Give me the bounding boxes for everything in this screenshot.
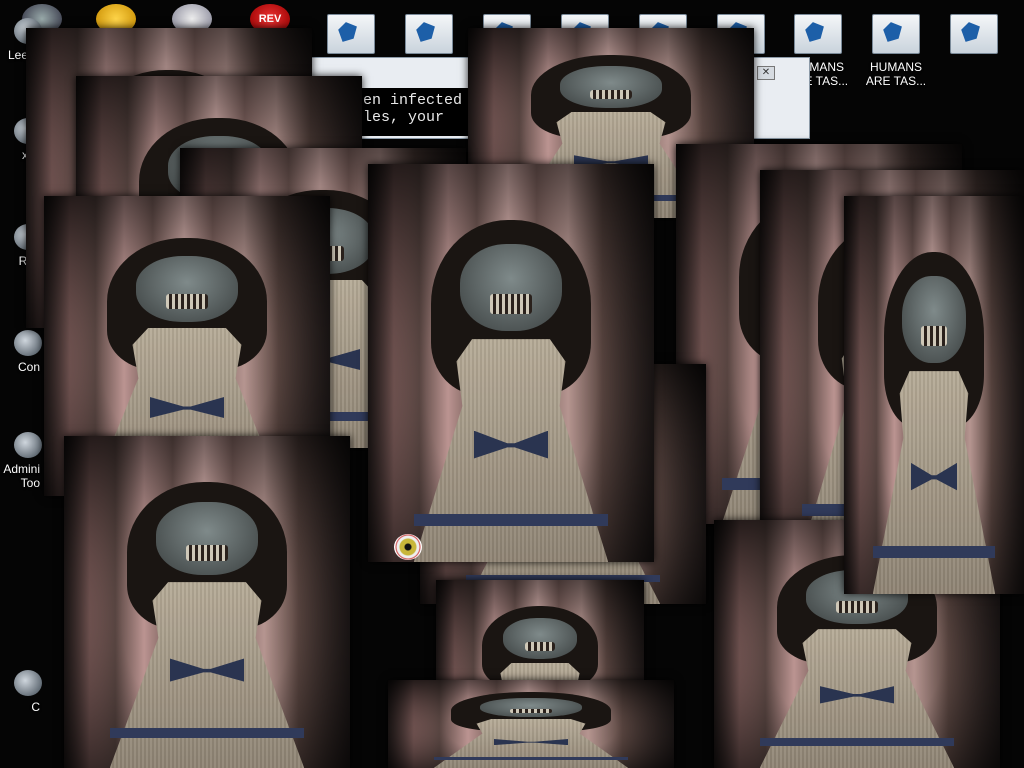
doll-popup[interactable] <box>388 680 674 768</box>
doll-face <box>502 617 578 659</box>
document-icon <box>950 14 998 54</box>
doll-face <box>459 243 563 332</box>
desktop-icon-admin-tools[interactable]: Admini Too <box>0 432 42 490</box>
admin-tools-icon <box>14 432 42 458</box>
document-icon <box>405 14 453 54</box>
doll-popup[interactable] <box>64 436 350 768</box>
desktop-icon-app-2[interactable]: C <box>0 670 42 714</box>
file-icon[interactable] <box>316 14 386 60</box>
close-icon[interactable]: ✕ <box>757 66 775 80</box>
doll-face <box>559 66 663 108</box>
file-icon[interactable] <box>394 14 464 60</box>
doll-face <box>479 697 583 717</box>
desktop-icon-control-panel[interactable]: Con <box>0 330 42 374</box>
file-icon-humans-2[interactable]: HUMANS ARE TAS... <box>861 14 931 88</box>
doll-face <box>901 275 967 364</box>
doll-popup[interactable] <box>844 196 1024 594</box>
doll-hem <box>872 546 996 559</box>
doll-hem <box>413 514 609 527</box>
doll-popup[interactable] <box>368 164 654 562</box>
document-icon <box>872 14 920 54</box>
doll-face <box>135 256 239 322</box>
file-icon[interactable] <box>939 14 1009 60</box>
doll-face <box>155 502 259 576</box>
doll-hem <box>109 728 305 739</box>
app-icon <box>14 670 42 696</box>
document-icon <box>794 14 842 54</box>
eyeball-cursor-icon <box>394 534 422 560</box>
console-line-1: been infected <box>345 92 463 109</box>
control-panel-icon <box>14 330 42 356</box>
document-icon <box>327 14 375 54</box>
doll-hem <box>433 757 629 761</box>
doll-hem <box>759 738 955 746</box>
